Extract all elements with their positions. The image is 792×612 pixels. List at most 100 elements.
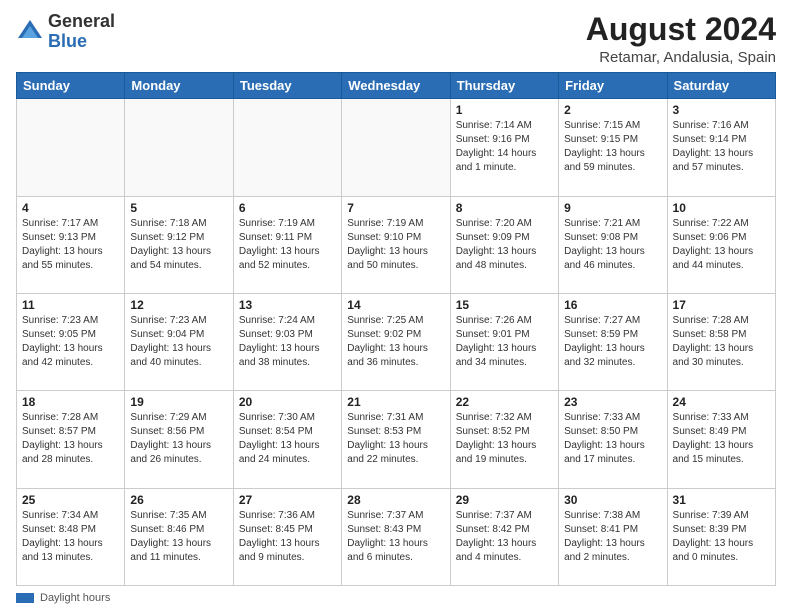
table-row: 16 Sunrise: 7:27 AM Sunset: 8:59 PM Dayli… [559, 293, 667, 390]
table-row: 19Sunrise: 7:29 AM Sunset: 8:56 PM Dayli… [125, 391, 233, 488]
day-info: Sunrise: 7:18 AM Sunset: 9:12 PM Dayligh… [130, 217, 227, 273]
day-info: Sunrise: 7:30 AM Sunset: 8:54 PM Dayligh… [239, 411, 336, 467]
day-info: Sunrise: 7:20 AM Sunset: 9:09 PM Dayligh… [456, 217, 553, 273]
table-row: 13 Sunrise: 7:24 AM Sunset: 9:03 PM Dayli… [233, 293, 341, 390]
table-row: 27 Sunrise: 7:36 AM Sunset: 8:45 PM Dayli… [233, 488, 341, 585]
day-number: 1 [456, 103, 553, 117]
day-info: Sunrise: 7:28 AM Sunset: 8:58 PM Dayligh… [673, 314, 770, 370]
day-info: Sunrise: 7:37 AM Sunset: 8:43 PM Dayligh… [347, 509, 444, 565]
day-info: Sunrise: 7:23 AM Sunset: 9:05 PM Dayligh… [22, 314, 119, 370]
table-row: 26 Sunrise: 7:35 AM Sunset: 8:46 PM Dayli… [125, 488, 233, 585]
month-year: August 2024 [586, 12, 776, 47]
day-number: 22 [456, 395, 553, 409]
table-row [125, 99, 233, 196]
day-info: Sunrise: 7:36 AM Sunset: 8:45 PM Dayligh… [239, 509, 336, 565]
table-row: 9 Sunrise: 7:21 AM Sunset: 9:08 PM Daylig… [559, 196, 667, 293]
day-info: Sunrise: 7:24 AM Sunset: 9:03 PM Dayligh… [239, 314, 336, 370]
logo-general-text: General [48, 11, 115, 31]
day-info: Sunrise: 7:15 AM Sunset: 9:15 PM Dayligh… [564, 119, 661, 175]
day-info: Sunrise: 7:17 AM Sunset: 9:13 PM Dayligh… [22, 217, 119, 273]
title-block: August 2024 Retamar, Andalusia, Spain [586, 12, 776, 66]
day-number: 11 [22, 298, 119, 312]
col-thursday: Thursday [450, 73, 558, 99]
day-number: 13 [239, 298, 336, 312]
day-number: 31 [673, 493, 770, 507]
day-number: 30 [564, 493, 661, 507]
daylight-bar-icon [16, 593, 34, 603]
calendar-table: Sunday Monday Tuesday Wednesday Thursday… [16, 72, 776, 586]
day-info: Sunrise: 7:35 AM Sunset: 8:46 PM Dayligh… [130, 509, 227, 565]
day-info: Sunrise: 7:19 AM Sunset: 9:10 PM Dayligh… [347, 217, 444, 273]
table-row: 23Sunrise: 7:33 AM Sunset: 8:50 PM Dayli… [559, 391, 667, 488]
table-row: 15Sunrise: 7:26 AM Sunset: 9:01 PM Dayli… [450, 293, 558, 390]
table-row: 11 Sunrise: 7:23 AM Sunset: 9:05 PM Dayli… [17, 293, 125, 390]
table-row [342, 99, 450, 196]
table-row: 7 Sunrise: 7:19 AM Sunset: 9:10 PM Daylig… [342, 196, 450, 293]
col-wednesday: Wednesday [342, 73, 450, 99]
day-info: Sunrise: 7:16 AM Sunset: 9:14 PM Dayligh… [673, 119, 770, 175]
calendar-week-row: 25Sunrise: 7:34 AM Sunset: 8:48 PM Dayli… [17, 488, 776, 585]
day-number: 7 [347, 201, 444, 215]
logo-text: General Blue [48, 12, 115, 52]
logo-blue-text: Blue [48, 31, 87, 51]
day-info: Sunrise: 7:27 AM Sunset: 8:59 PM Dayligh… [564, 314, 661, 370]
day-info: Sunrise: 7:28 AM Sunset: 8:57 PM Dayligh… [22, 411, 119, 467]
day-number: 6 [239, 201, 336, 215]
day-info: Sunrise: 7:39 AM Sunset: 8:39 PM Dayligh… [673, 509, 770, 565]
table-row: 29 Sunrise: 7:37 AM Sunset: 8:42 PM Dayli… [450, 488, 558, 585]
day-number: 21 [347, 395, 444, 409]
day-number: 18 [22, 395, 119, 409]
day-number: 4 [22, 201, 119, 215]
day-number: 8 [456, 201, 553, 215]
table-row: 14 Sunrise: 7:25 AM Sunset: 9:02 PM Dayli… [342, 293, 450, 390]
location: Retamar, Andalusia, Spain [586, 49, 776, 66]
col-tuesday: Tuesday [233, 73, 341, 99]
day-number: 10 [673, 201, 770, 215]
table-row [17, 99, 125, 196]
day-info: Sunrise: 7:14 AM Sunset: 9:16 PM Dayligh… [456, 119, 553, 175]
col-monday: Monday [125, 73, 233, 99]
logo-icon [16, 18, 44, 46]
table-row: 31 Sunrise: 7:39 AM Sunset: 8:39 PM Dayli… [667, 488, 775, 585]
day-number: 17 [673, 298, 770, 312]
day-number: 12 [130, 298, 227, 312]
col-sunday: Sunday [17, 73, 125, 99]
day-number: 27 [239, 493, 336, 507]
calendar-week-row: 1 Sunrise: 7:14 AM Sunset: 9:16 PM Daylig… [17, 99, 776, 196]
day-info: Sunrise: 7:37 AM Sunset: 8:42 PM Dayligh… [456, 509, 553, 565]
day-info: Sunrise: 7:25 AM Sunset: 9:02 PM Dayligh… [347, 314, 444, 370]
day-number: 28 [347, 493, 444, 507]
day-info: Sunrise: 7:33 AM Sunset: 8:49 PM Dayligh… [673, 411, 770, 467]
footer: Daylight hours [16, 592, 776, 604]
table-row: 30Sunrise: 7:38 AM Sunset: 8:41 PM Dayli… [559, 488, 667, 585]
daylight-label: Daylight hours [40, 592, 110, 604]
table-row: 28 Sunrise: 7:37 AM Sunset: 8:43 PM Dayli… [342, 488, 450, 585]
calendar-week-row: 18 Sunrise: 7:28 AM Sunset: 8:57 PM Dayli… [17, 391, 776, 488]
day-info: Sunrise: 7:32 AM Sunset: 8:52 PM Dayligh… [456, 411, 553, 467]
table-row: 10 Sunrise: 7:22 AM Sunset: 9:06 PM Dayli… [667, 196, 775, 293]
day-number: 16 [564, 298, 661, 312]
col-saturday: Saturday [667, 73, 775, 99]
day-info: Sunrise: 7:22 AM Sunset: 9:06 PM Dayligh… [673, 217, 770, 273]
header: General Blue August 2024 Retamar, Andalu… [16, 12, 776, 66]
table-row: 6Sunrise: 7:19 AM Sunset: 9:11 PM Daylig… [233, 196, 341, 293]
day-number: 26 [130, 493, 227, 507]
table-row [233, 99, 341, 196]
day-number: 14 [347, 298, 444, 312]
table-row: 17 Sunrise: 7:28 AM Sunset: 8:58 PM Dayli… [667, 293, 775, 390]
page: General Blue August 2024 Retamar, Andalu… [0, 0, 792, 612]
table-row: 4 Sunrise: 7:17 AM Sunset: 9:13 PM Daylig… [17, 196, 125, 293]
table-row: 24Sunrise: 7:33 AM Sunset: 8:49 PM Dayli… [667, 391, 775, 488]
logo: General Blue [16, 12, 115, 52]
table-row: 3Sunrise: 7:16 AM Sunset: 9:14 PM Daylig… [667, 99, 775, 196]
day-info: Sunrise: 7:21 AM Sunset: 9:08 PM Dayligh… [564, 217, 661, 273]
day-number: 9 [564, 201, 661, 215]
day-number: 29 [456, 493, 553, 507]
table-row: 1 Sunrise: 7:14 AM Sunset: 9:16 PM Daylig… [450, 99, 558, 196]
day-info: Sunrise: 7:34 AM Sunset: 8:48 PM Dayligh… [22, 509, 119, 565]
day-info: Sunrise: 7:26 AM Sunset: 9:01 PM Dayligh… [456, 314, 553, 370]
col-friday: Friday [559, 73, 667, 99]
header-row: Sunday Monday Tuesday Wednesday Thursday… [17, 73, 776, 99]
day-number: 2 [564, 103, 661, 117]
table-row: 21Sunrise: 7:31 AM Sunset: 8:53 PM Dayli… [342, 391, 450, 488]
